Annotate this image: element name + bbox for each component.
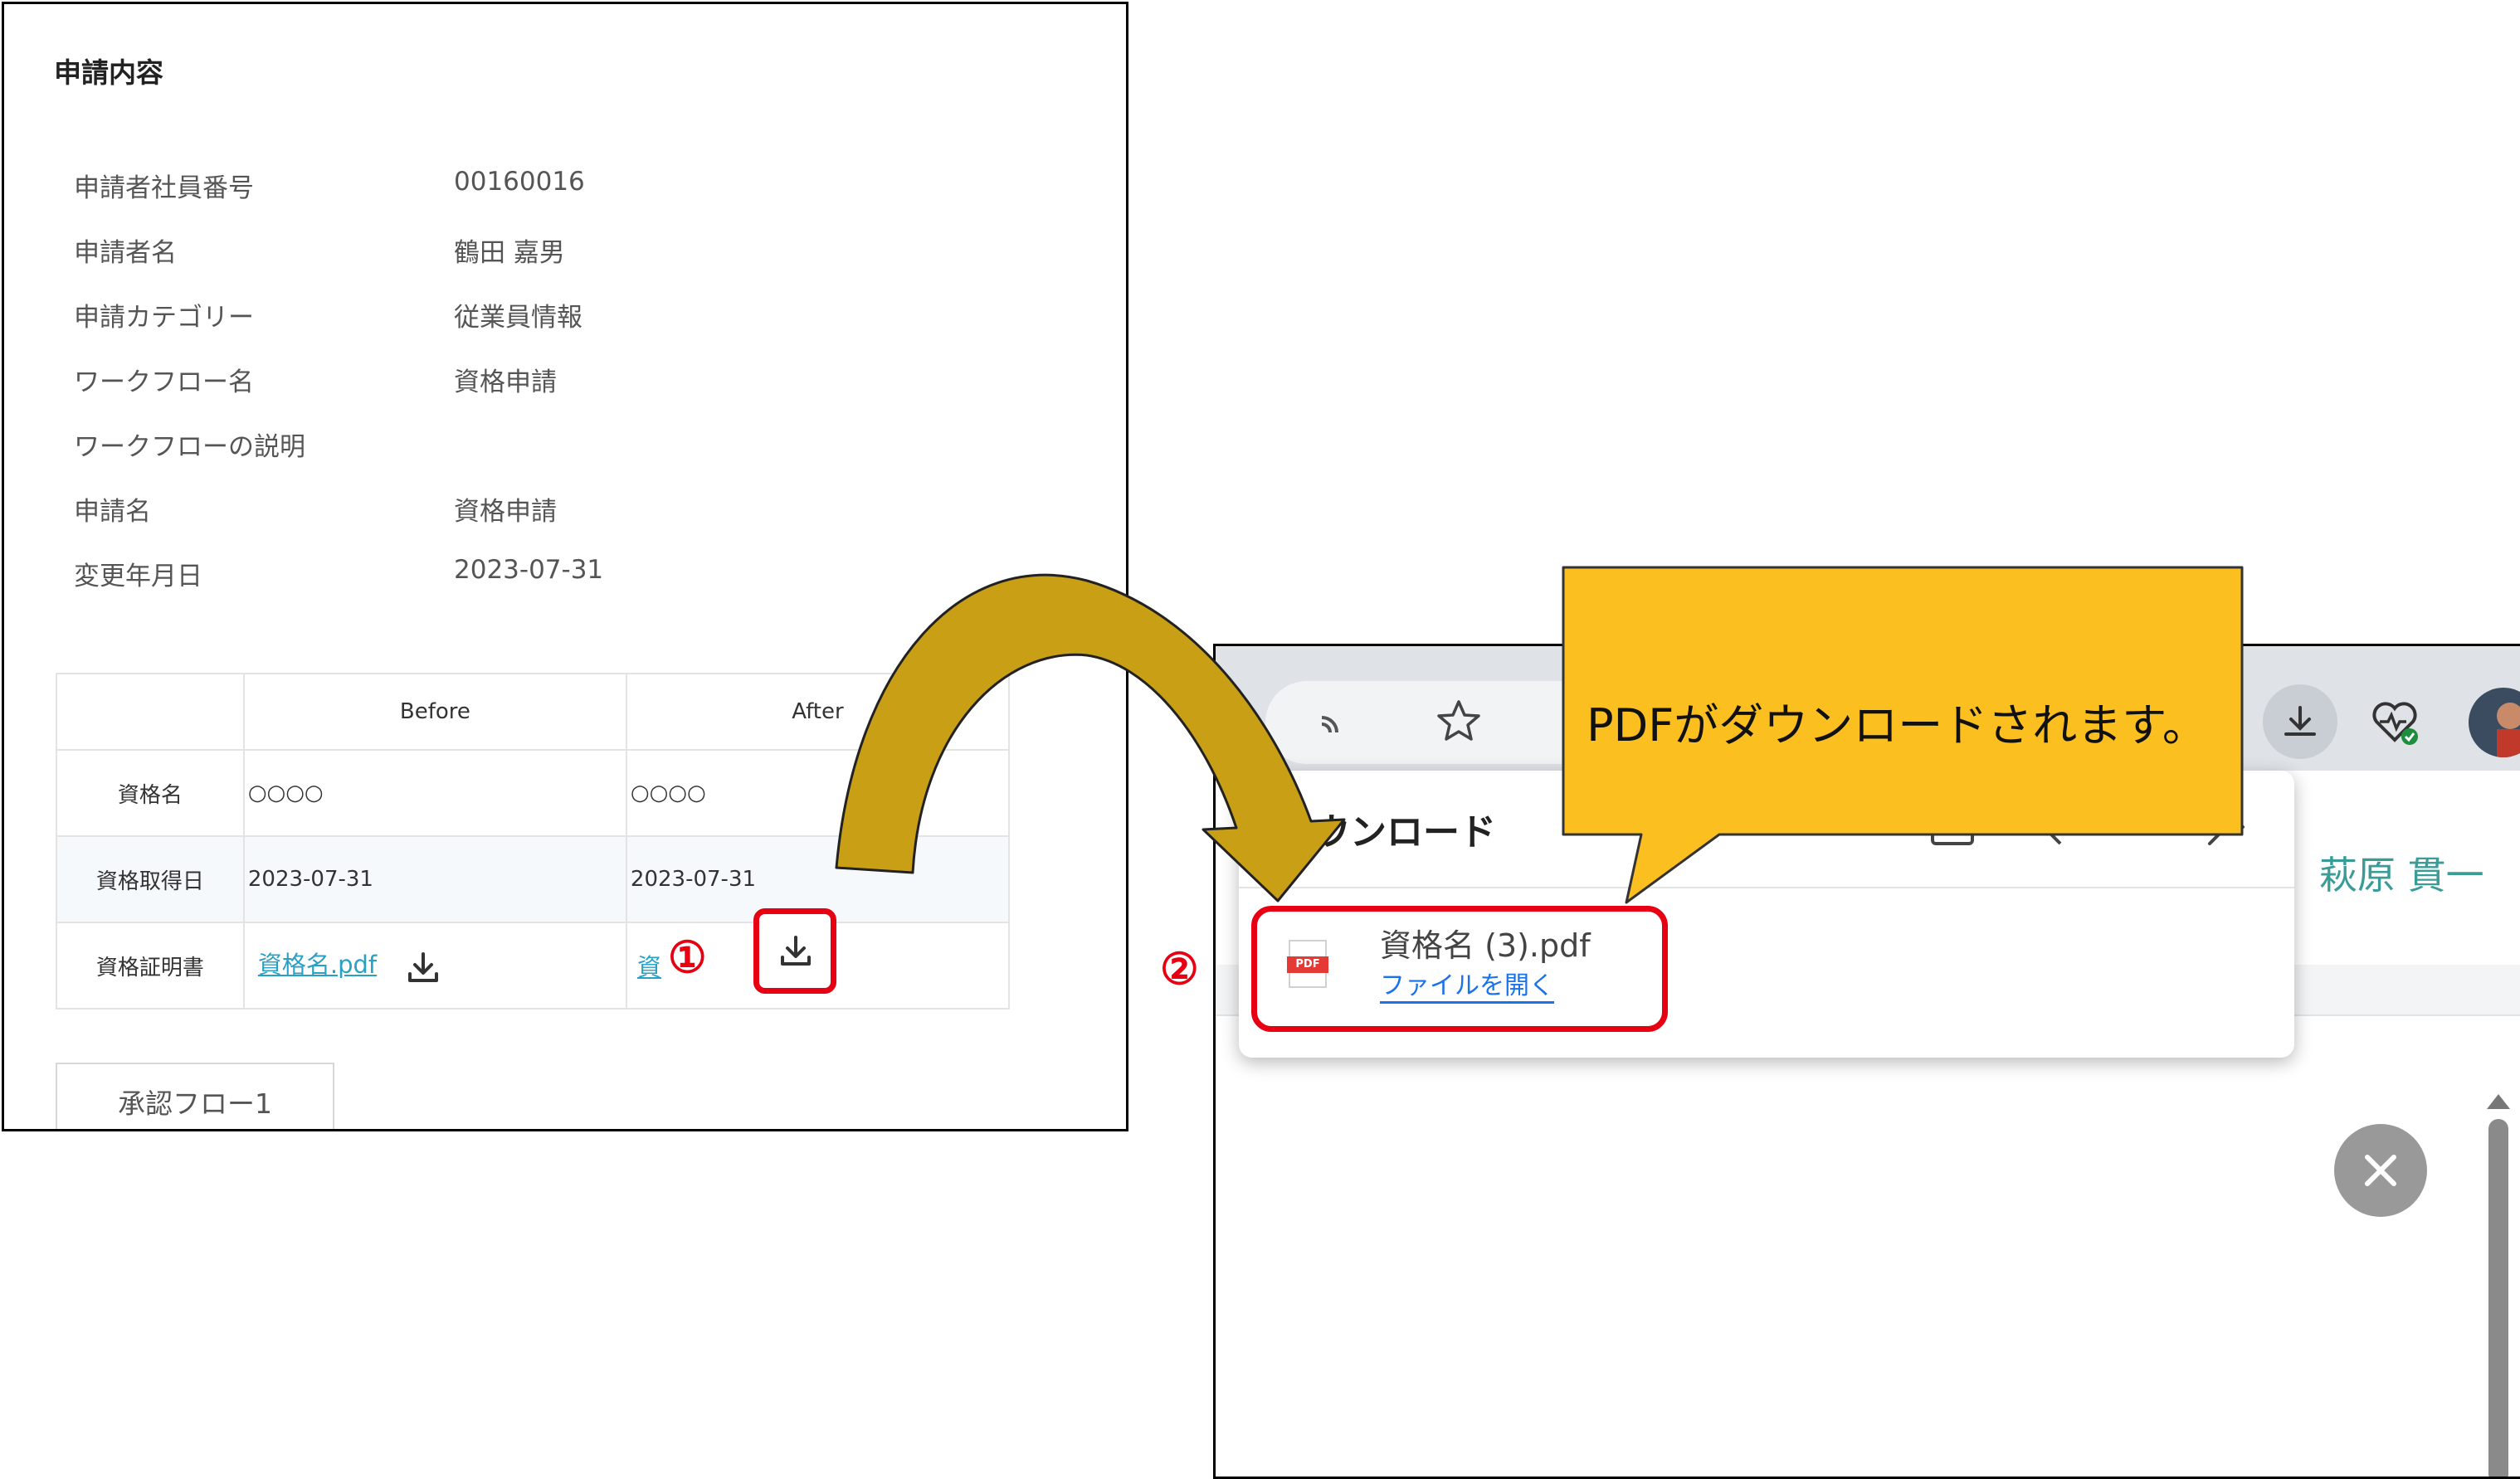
info-value: 資格申請: [454, 367, 557, 397]
certificate-link-after[interactable]: 資: [637, 953, 661, 981]
curved-arrow: [835, 573, 1346, 902]
close-button[interactable]: [2334, 1124, 2427, 1217]
cell-before: ○○○○: [242, 749, 627, 837]
performance-heart-icon[interactable]: [2357, 684, 2432, 759]
info-value: 2023-07-31: [454, 555, 604, 585]
section-title: 申請内容: [54, 56, 163, 89]
row-label: 資格証明書: [56, 922, 245, 1010]
download-icon: [781, 936, 811, 966]
user-name: 萩原 貫一: [2319, 853, 2484, 898]
scrollbar-thumb[interactable]: [2488, 1119, 2508, 1477]
info-value: 資格申請: [454, 497, 557, 527]
scrollbar[interactable]: [2485, 1094, 2512, 1477]
step-marker-1: ①: [668, 932, 707, 983]
info-label: ワークフロー名: [74, 367, 254, 397]
download-toolbar-icon[interactable]: [2263, 684, 2337, 759]
tab-approval-flow-1[interactable]: 承認フロー1: [56, 1063, 334, 1129]
info-row-employee-id: 申請者社員番号 00160016: [74, 167, 987, 208]
cell-before: 資格名.pdf: [242, 922, 627, 1010]
certificate-link-before[interactable]: 資格名.pdf: [258, 951, 377, 979]
info-label: 変更年月日: [74, 562, 202, 591]
info-label: 申請名: [74, 497, 151, 527]
info-label: ワークフローの説明: [74, 432, 305, 462]
row-label: 資格名: [56, 749, 245, 837]
downloaded-file-highlight: [1251, 906, 1668, 1032]
download-icon[interactable]: [405, 949, 441, 985]
cell-before: 2023-07-31: [242, 835, 627, 923]
row-label: 資格取得日: [56, 835, 245, 923]
scroll-up-arrow-icon[interactable]: [2487, 1094, 2510, 1109]
info-value: 00160016: [454, 167, 585, 197]
after-download-button-highlight[interactable]: [753, 908, 836, 994]
table-header: [56, 673, 245, 751]
step-marker-2: ②: [1160, 944, 1199, 995]
info-row-workflow-name: ワークフロー名 資格申請: [74, 361, 987, 402]
info-row-category: 申請カテゴリー 従業員情報: [74, 296, 987, 338]
info-row-workflow-description: ワークフローの説明: [74, 426, 987, 467]
bookmark-star-icon[interactable]: [1421, 684, 1496, 759]
info-label: 申請者名: [74, 238, 177, 268]
avatar[interactable]: [2469, 688, 2520, 757]
info-label: 申請カテゴリー: [74, 303, 254, 333]
close-icon: [2365, 1155, 2396, 1186]
info-label: 申請者社員番号: [74, 173, 254, 203]
info-value: 鶴田 嘉男: [454, 238, 565, 268]
table-row: 資格証明書 資格名.pdf 資: [56, 922, 1011, 1010]
info-value: 従業員情報: [454, 303, 582, 333]
info-row-application-name: 申請名 資格申請: [74, 490, 987, 532]
callout-text: PDFがダウンロードされます。: [1587, 699, 2207, 752]
table-header-before: Before: [242, 673, 627, 751]
info-row-applicant-name: 申請者名 鶴田 嘉男: [74, 231, 987, 273]
